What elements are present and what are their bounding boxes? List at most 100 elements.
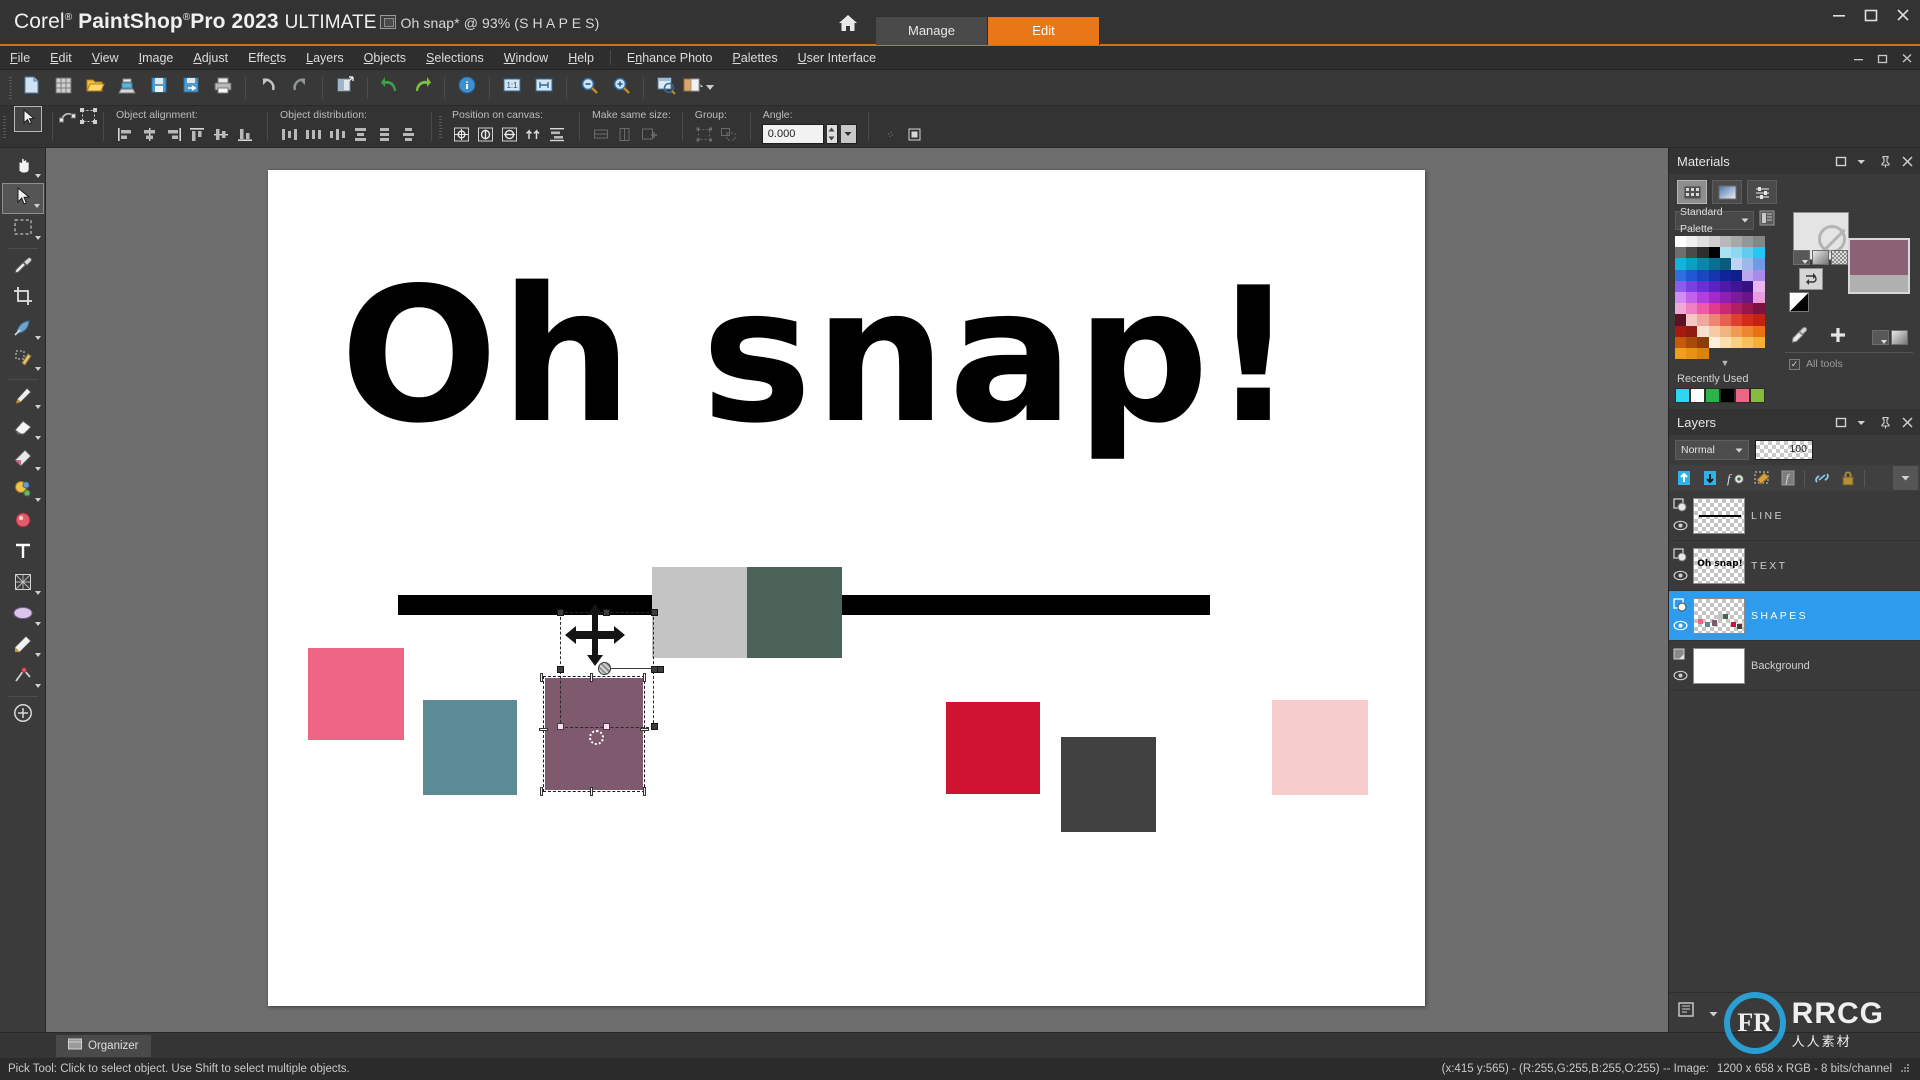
color-swatch[interactable] xyxy=(1742,291,1754,304)
doc-close-button[interactable] xyxy=(1900,51,1914,65)
image-information-button[interactable] xyxy=(452,73,482,103)
color-swatch[interactable] xyxy=(1742,247,1754,259)
organizer-tab[interactable]: Organizer xyxy=(56,1034,151,1057)
color-swatch[interactable] xyxy=(1742,303,1754,315)
zoom-out-button[interactable] xyxy=(574,73,604,103)
layer-properties-icon[interactable] xyxy=(1673,598,1688,613)
dark-grey-square[interactable] xyxy=(1061,737,1156,832)
node-edit-button[interactable] xyxy=(57,106,78,126)
bbox-handle-top-right[interactable] xyxy=(651,609,658,616)
color-swatch[interactable] xyxy=(1730,303,1743,315)
color-swatch[interactable] xyxy=(1753,258,1765,270)
color-swatch[interactable] xyxy=(1697,303,1709,315)
recently-used-swatch[interactable] xyxy=(1750,388,1765,404)
rotation-pivot-icon[interactable] xyxy=(880,124,901,144)
tool-text[interactable] xyxy=(2,538,44,569)
color-swatch[interactable] xyxy=(1730,314,1743,326)
color-swatch[interactable] xyxy=(1753,247,1765,259)
same-height-icon[interactable] xyxy=(615,124,636,144)
align-right-icon[interactable] xyxy=(163,124,184,144)
menu-user-interface[interactable]: User Interface xyxy=(788,46,887,70)
angle-input[interactable]: 0.000 xyxy=(761,124,824,144)
color-swatch[interactable] xyxy=(1708,336,1720,348)
add-material-icon[interactable] xyxy=(1829,326,1847,349)
layer-properties-icon[interactable] xyxy=(1673,648,1688,663)
color-swatch[interactable] xyxy=(1730,269,1743,281)
zoom-in-button[interactable] xyxy=(606,73,636,103)
distribute-top-icon[interactable] xyxy=(351,124,372,144)
layer-thumbnail-shapes[interactable] xyxy=(1693,597,1745,634)
pale-pink-square[interactable] xyxy=(1272,700,1368,795)
ungroup-icon[interactable] xyxy=(718,124,739,144)
toggle-marker-icon[interactable] xyxy=(904,124,925,144)
layer-thumbnail-text[interactable]: Oh snap! xyxy=(1693,547,1745,584)
link-layer-button[interactable] xyxy=(1809,466,1834,490)
tool-color-changer[interactable] xyxy=(2,445,44,476)
color-swatch[interactable] xyxy=(1753,291,1765,304)
recently-used-swatch[interactable] xyxy=(1705,388,1720,404)
materials-sliders-tab[interactable] xyxy=(1747,180,1777,204)
recently-used-swatches[interactable] xyxy=(1675,388,1914,404)
eyedropper-icon[interactable] xyxy=(1791,326,1809,349)
all-tools-checkbox[interactable]: ✓ xyxy=(1789,358,1800,370)
color-swatch[interactable] xyxy=(1730,247,1743,259)
maximize-button[interactable] xyxy=(1862,6,1880,24)
layer-visibility-icon[interactable] xyxy=(1673,618,1688,633)
group-icon[interactable] xyxy=(694,124,715,144)
redo-arc-button[interactable] xyxy=(285,73,315,103)
stretch-to-canvas-icon[interactable] xyxy=(547,124,568,144)
color-swatch[interactable] xyxy=(1753,236,1765,248)
options-grip[interactable] xyxy=(0,106,8,147)
new-image-button[interactable] xyxy=(16,73,46,103)
recently-used-swatch[interactable] xyxy=(1675,388,1690,404)
color-swatch[interactable] xyxy=(1697,347,1709,360)
layer-thumbnail-background[interactable] xyxy=(1693,647,1745,684)
chevron-down-icon[interactable] xyxy=(34,653,41,657)
layer-overflow-button[interactable] xyxy=(1893,466,1918,491)
layers-menu-button[interactable] xyxy=(1857,416,1870,429)
color-swatch[interactable] xyxy=(1686,303,1698,315)
tool-pick[interactable] xyxy=(1,183,44,214)
undo-arc-button[interactable] xyxy=(253,73,283,103)
color-swatch[interactable] xyxy=(1730,325,1743,337)
fit-to-window-button[interactable] xyxy=(529,73,559,103)
bbox-handle-bottom-center[interactable] xyxy=(603,723,610,730)
materials-pin-button[interactable] xyxy=(1879,155,1892,168)
preview-in-browser-button[interactable] xyxy=(651,73,681,103)
menu-image[interactable]: Image xyxy=(129,46,184,70)
materials-maximize-button[interactable] xyxy=(1835,155,1848,168)
color-swatch[interactable] xyxy=(1742,280,1754,292)
color-swatch[interactable] xyxy=(1675,291,1687,304)
crop-button[interactable] xyxy=(330,73,360,103)
layers-maximize-button[interactable] xyxy=(1835,416,1848,429)
menu-adjust[interactable]: Adjust xyxy=(183,46,238,70)
save-as-button[interactable] xyxy=(176,73,206,103)
distribute-right-icon[interactable] xyxy=(327,124,348,144)
menu-file[interactable]: File xyxy=(0,46,40,70)
chevron-down-icon[interactable] xyxy=(34,591,41,595)
menu-effects[interactable]: Effects xyxy=(238,46,296,70)
color-swatch[interactable] xyxy=(1753,314,1765,326)
color-swatch[interactable] xyxy=(1697,236,1709,248)
align-left-icon[interactable] xyxy=(115,124,136,144)
color-swatch[interactable] xyxy=(1697,325,1709,337)
chevron-down-icon[interactable] xyxy=(34,236,41,240)
toolbar-grip[interactable] xyxy=(6,77,14,99)
tool-picture-tube[interactable] xyxy=(2,507,44,538)
color-swatch[interactable] xyxy=(1708,280,1720,292)
node-handle-top-left[interactable] xyxy=(540,673,543,682)
angle-stepper[interactable] xyxy=(826,124,838,144)
layer-visibility-icon[interactable] xyxy=(1673,518,1688,533)
blend-mode-select[interactable]: Normal xyxy=(1675,440,1749,461)
tool-pan[interactable] xyxy=(2,152,44,183)
color-swatch[interactable] xyxy=(1686,280,1698,292)
foreground-gradient-button[interactable] xyxy=(1812,250,1829,265)
tool-add[interactable] xyxy=(2,700,44,731)
recently-used-swatch[interactable] xyxy=(1690,388,1705,404)
color-swatch[interactable] xyxy=(1708,258,1720,270)
color-swatch[interactable] xyxy=(1719,269,1731,281)
color-swatch[interactable] xyxy=(1686,247,1698,259)
chevron-down-icon[interactable] xyxy=(34,405,41,409)
chevron-down-icon[interactable] xyxy=(706,85,714,90)
chevron-down-icon[interactable] xyxy=(1709,1004,1718,1022)
